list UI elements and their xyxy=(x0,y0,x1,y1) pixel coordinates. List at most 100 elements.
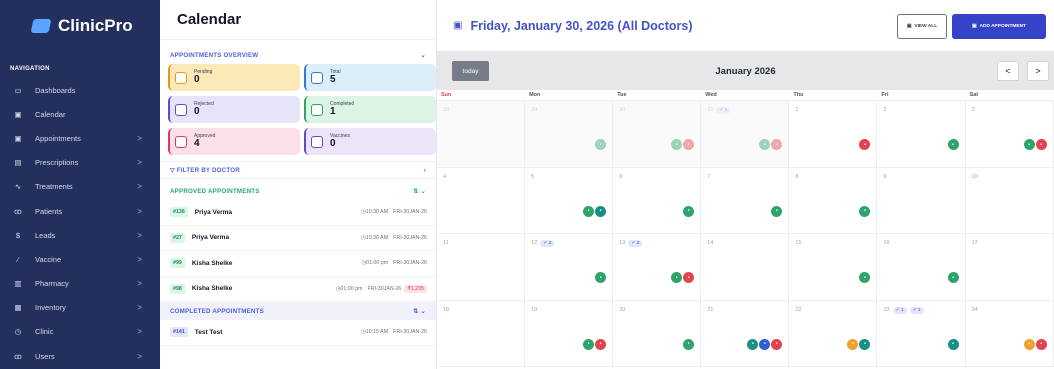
checked-count-badge[interactable]: ✓ 1 xyxy=(909,306,924,314)
sidebar-item-calendar[interactable]: ▣ Calendar xyxy=(0,102,160,126)
day-cell[interactable]: 23 ✓ 1 ✓ 1 • xyxy=(877,300,966,367)
checked-count-badge[interactable]: ✓ 2 xyxy=(540,240,555,247)
day-cell[interactable]: 18 xyxy=(437,300,526,367)
appointment-dot[interactable]: • xyxy=(859,205,871,217)
day-cell[interactable]: 11 xyxy=(437,234,526,301)
sidebar-item-treatments[interactable]: ∿ Treatments > xyxy=(0,175,160,199)
appointment-dot[interactable]: • xyxy=(771,139,783,150)
completed-header[interactable]: COMPLETED APPOINTMENTS ⇅ ⌄ xyxy=(160,302,436,320)
sidebar-item-pharmacy[interactable]: ▥ Pharmacy > xyxy=(0,272,160,296)
brand[interactable]: ClinicPro xyxy=(0,0,160,52)
day-cell[interactable]: 16 • xyxy=(877,234,966,301)
appointment-row[interactable]: #136 Priya Verma ◷ 10:30 AM FRI-30JAN-26 xyxy=(160,200,436,226)
appointment-dot[interactable]: • xyxy=(683,272,695,283)
appointment-dot[interactable]: • xyxy=(683,338,695,350)
day-cell[interactable]: 20 • xyxy=(613,300,702,367)
overview-card-approved[interactable]: Approved 4 xyxy=(168,128,300,155)
appointment-dot[interactable]: • xyxy=(847,338,859,350)
sidebar-item-inventory[interactable]: ▦ Inventory > xyxy=(0,296,160,320)
add-appointment-button[interactable]: ▣ ADD APPOINTMENT xyxy=(952,14,1046,39)
day-cell[interactable]: 4 xyxy=(437,167,526,234)
approved-header[interactable]: APPROVED APPOINTMENTS ⇅ ⌄ xyxy=(160,182,436,200)
appointment-dot[interactable]: • xyxy=(583,205,595,217)
day-cell[interactable]: 3 • • xyxy=(965,101,1054,168)
overview-card-total[interactable]: Total 5 xyxy=(304,64,436,91)
chevron-right-icon[interactable]: › xyxy=(424,167,426,174)
day-cell[interactable]: 9 xyxy=(877,167,966,234)
appointment-dot[interactable]: • xyxy=(947,272,959,283)
day-cell[interactable]: 6 • xyxy=(613,167,702,234)
day-number: 19 xyxy=(531,306,538,313)
appointment-dot[interactable]: • xyxy=(595,338,607,350)
overview-header[interactable]: APPOINTMENTS OVERVIEW ⌄ xyxy=(160,46,436,64)
appointment-row[interactable]: #27 Priya Verma ◷ 10:30 AM FRI-30JAN-26 xyxy=(160,226,436,251)
sidebar-item-appointments[interactable]: ▣ Appointments > xyxy=(0,126,160,150)
appointment-dot[interactable]: • xyxy=(671,139,683,150)
overview-card-pending[interactable]: Pending 0 xyxy=(168,64,300,91)
sidebar-item-leads[interactable]: $ Leads > xyxy=(0,223,160,247)
day-cell[interactable]: 13 ✓ 2 • • xyxy=(613,234,702,301)
appointment-row[interactable]: #141 Test Test ◷ 10:15 AM FRI-30JAN-26 xyxy=(160,320,436,346)
next-month-button[interactable]: > xyxy=(1027,61,1049,81)
appointment-dot[interactable]: • xyxy=(583,338,595,350)
sidebar-item-dashboards[interactable]: ▭ Dashboards xyxy=(0,78,160,102)
appointment-dot[interactable]: • xyxy=(1023,338,1035,350)
appointment-dot[interactable]: • xyxy=(683,139,695,150)
appointment-dot[interactable]: • xyxy=(859,338,871,350)
appointment-dot[interactable]: • xyxy=(859,272,871,283)
appointment-row[interactable]: #99 Kisha Shelke ◷ 01:00 pm FRI-30JAN-26 xyxy=(160,251,436,277)
appointment-dot[interactable]: • xyxy=(1035,338,1047,350)
view-all-button[interactable]: ▣ VIEW ALL xyxy=(897,14,947,39)
overview-card-completed[interactable]: Completed 1 xyxy=(304,96,436,123)
day-cell[interactable]: 30 • • xyxy=(613,101,702,168)
day-cell[interactable]: 10 xyxy=(965,167,1054,234)
day-cell[interactable]: 14 xyxy=(701,234,790,301)
appointment-dot[interactable]: • xyxy=(859,139,871,150)
day-cell[interactable]: 29 • xyxy=(525,101,614,168)
day-cell[interactable]: 24 • • xyxy=(965,300,1054,367)
checked-count-badge[interactable]: ✓ 1 xyxy=(716,107,731,114)
day-cell[interactable]: 2 • xyxy=(877,101,966,168)
appointment-dot[interactable]: • xyxy=(759,338,771,350)
filter-by-doctor[interactable]: ▽ FILTER BY DOCTOR › xyxy=(160,161,436,179)
sidebar-item-vaccine[interactable]: ⁄ Vaccine > xyxy=(0,247,160,271)
appointment-dot[interactable]: • xyxy=(771,205,783,217)
day-cell[interactable]: 8 • xyxy=(789,167,878,234)
day-cell[interactable]: 1 • xyxy=(789,101,878,168)
chevron-down-icon[interactable]: ⌄ xyxy=(421,52,426,59)
sort-chevron-icon[interactable]: ⇅ ⌄ xyxy=(413,308,426,315)
day-cell[interactable]: 7 • xyxy=(701,167,790,234)
sidebar-item-patients[interactable]: ꝏ Patients > xyxy=(0,199,160,223)
appointment-dot[interactable]: • xyxy=(771,338,783,350)
day-cell[interactable]: 19 • • xyxy=(525,300,614,367)
appointment-dot[interactable]: • xyxy=(595,205,607,217)
checked-count-badge[interactable]: ✓ 2 xyxy=(628,240,643,247)
sidebar-item-users[interactable]: ꝏ Users > xyxy=(0,344,160,368)
day-cell[interactable]: 21 • • • xyxy=(701,300,790,367)
day-cell[interactable]: 5 • • xyxy=(525,167,614,234)
day-cell[interactable]: 17 xyxy=(965,234,1054,301)
appointment-dot[interactable]: • xyxy=(747,338,759,350)
sort-chevron-icon[interactable]: ⇅ ⌄ xyxy=(413,188,426,195)
appointment-dot[interactable]: • xyxy=(683,205,695,217)
appointment-dot[interactable]: • xyxy=(595,272,607,283)
prev-month-button[interactable]: < xyxy=(997,61,1019,81)
appointment-dot[interactable]: • xyxy=(1023,139,1035,150)
sidebar-item-prescriptions[interactable]: ▤ Prescriptions > xyxy=(0,151,160,175)
day-cell[interactable]: 28 xyxy=(437,101,526,168)
day-cell[interactable]: 22 • • xyxy=(789,300,878,367)
day-cell[interactable]: 15 • xyxy=(789,234,878,301)
appointment-dot[interactable]: • xyxy=(595,139,607,150)
overview-card-vaccines[interactable]: Vaccines 0 xyxy=(304,128,436,155)
appointment-dot[interactable]: • xyxy=(947,338,959,350)
overview-card-rejected[interactable]: Rejected 0 xyxy=(168,96,300,123)
appointment-dot[interactable]: • xyxy=(1035,139,1047,150)
sidebar-item-clinic[interactable]: ◷ Clinic > xyxy=(0,320,160,344)
appointment-dot[interactable]: • xyxy=(947,139,959,150)
appointment-dot[interactable]: • xyxy=(671,272,683,283)
day-cell[interactable]: 12 ✓ 2 • xyxy=(525,234,614,301)
day-cell[interactable]: 31 ✓ 1 • • xyxy=(701,101,790,168)
appointment-row[interactable]: #98 Kisha Shelke ◷ 01:00 pm FRI-30JAN-26 ₹1,… xyxy=(160,277,436,302)
appointment-dot[interactable]: • xyxy=(759,139,771,150)
checked-count-badge[interactable]: ✓ 1 xyxy=(892,306,907,314)
